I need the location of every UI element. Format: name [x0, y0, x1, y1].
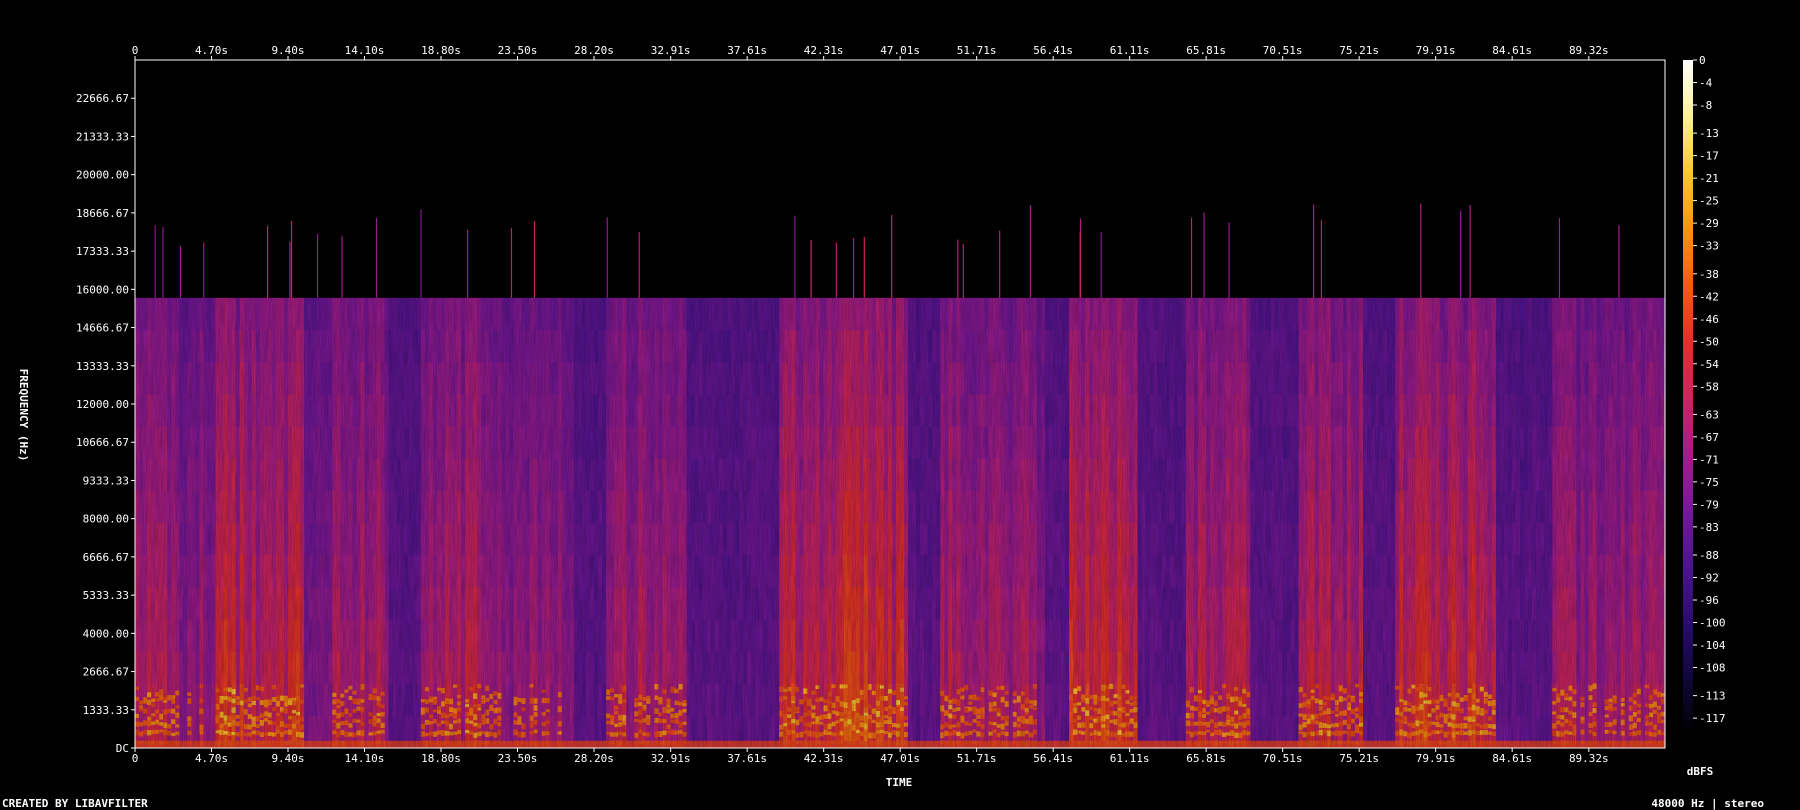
spectrogram-chart: 004.70s4.70s9.40s9.40s14.10s14.10s18.80s… [2, 44, 1764, 810]
spectrogram-plot [134, 59, 1666, 749]
